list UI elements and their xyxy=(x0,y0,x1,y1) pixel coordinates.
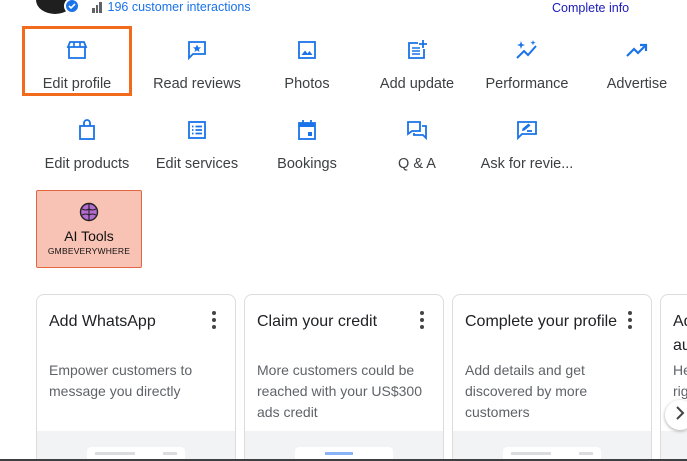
read-reviews-button[interactable]: Read reviews xyxy=(142,26,252,96)
list-icon xyxy=(187,118,207,142)
card-title: Add WhatsApp xyxy=(49,313,156,330)
interactions-link[interactable]: 196 customer interactions xyxy=(92,0,251,14)
verified-badge-icon xyxy=(64,0,80,14)
performance-button[interactable]: Performance xyxy=(472,26,582,96)
complete-info-link[interactable]: Complete info xyxy=(552,1,629,15)
ask-for-review-label: Ask for revie... xyxy=(480,156,574,172)
card-preview xyxy=(245,431,443,461)
advertise-button[interactable]: Advertise xyxy=(582,26,687,96)
ai-tools-title: AI Tools xyxy=(64,228,114,244)
profile-header: 196 customer interactions Complete info xyxy=(0,0,687,20)
advertise-label: Advertise xyxy=(606,76,668,92)
edit-services-label: Edit services xyxy=(155,156,239,172)
chevron-right-icon xyxy=(675,405,685,425)
card-title: Ad au xyxy=(673,313,687,354)
more-options-icon[interactable] xyxy=(645,0,659,8)
interactions-text: 196 customer interactions xyxy=(107,0,251,14)
ask-for-review-button[interactable]: Ask for revie... xyxy=(472,106,582,176)
trending-up-icon xyxy=(625,38,649,62)
ai-tools-subtitle: GMBEVERYWHERE xyxy=(47,246,131,256)
card-title: Claim your credit xyxy=(257,313,378,330)
card-description: More customers could be reached with you… xyxy=(257,362,422,420)
edit-products-label: Edit products xyxy=(44,156,130,172)
edit-products-button[interactable]: Edit products xyxy=(32,106,142,176)
ai-tools-button[interactable]: AI Tools GMBEVERYWHERE xyxy=(36,190,142,268)
brain-icon xyxy=(78,201,100,223)
add-update-label: Add update xyxy=(379,76,455,92)
review-star-icon xyxy=(187,38,207,62)
card-title: Complete your profile xyxy=(465,313,618,330)
qa-label: Q & A xyxy=(398,156,436,172)
edit-services-button[interactable]: Edit services xyxy=(142,106,252,176)
next-cards-button[interactable] xyxy=(665,400,687,430)
calendar-icon xyxy=(297,118,317,142)
card-preview xyxy=(37,431,235,461)
storefront-icon xyxy=(66,38,88,62)
card-partial[interactable]: Ad au He rig xyxy=(660,294,687,461)
qa-button[interactable]: Q & A xyxy=(362,106,472,176)
card-menu-icon[interactable] xyxy=(419,311,425,329)
edit-profile-button[interactable]: Edit profile xyxy=(22,26,132,96)
card-add-whatsapp[interactable]: Add WhatsApp Empower customers to messag… xyxy=(36,294,236,461)
photos-label: Photos xyxy=(284,76,330,92)
card-menu-icon[interactable] xyxy=(627,311,633,329)
read-reviews-label: Read reviews xyxy=(153,76,241,92)
card-menu-icon[interactable] xyxy=(211,311,217,329)
photo-icon xyxy=(297,38,317,62)
sparkle-trend-icon xyxy=(515,38,539,62)
card-description: Empower customers to message you directl… xyxy=(49,362,193,399)
photos-button[interactable]: Photos xyxy=(252,26,362,96)
edit-profile-label: Edit profile xyxy=(42,76,112,92)
add-update-button[interactable]: Add update xyxy=(362,26,472,96)
card-preview xyxy=(661,431,687,461)
card-description: He rig xyxy=(673,362,687,399)
performance-label: Performance xyxy=(485,76,569,92)
card-complete-profile[interactable]: Complete your profile Add details and ge… xyxy=(452,294,652,461)
bookings-button[interactable]: Bookings xyxy=(252,106,362,176)
chat-bubbles-icon xyxy=(406,118,428,142)
bar-chart-icon xyxy=(92,1,102,13)
shopping-bag-icon xyxy=(77,118,97,142)
card-preview xyxy=(453,431,651,461)
bookings-label: Bookings xyxy=(277,156,337,172)
rate-review-icon xyxy=(516,118,538,142)
card-claim-credit[interactable]: Claim your credit More customers could b… xyxy=(244,294,444,461)
suggestion-cards: Add WhatsApp Empower customers to messag… xyxy=(0,294,687,461)
post-add-icon xyxy=(406,38,428,62)
card-description: Add details and get discovered by more c… xyxy=(465,362,588,420)
